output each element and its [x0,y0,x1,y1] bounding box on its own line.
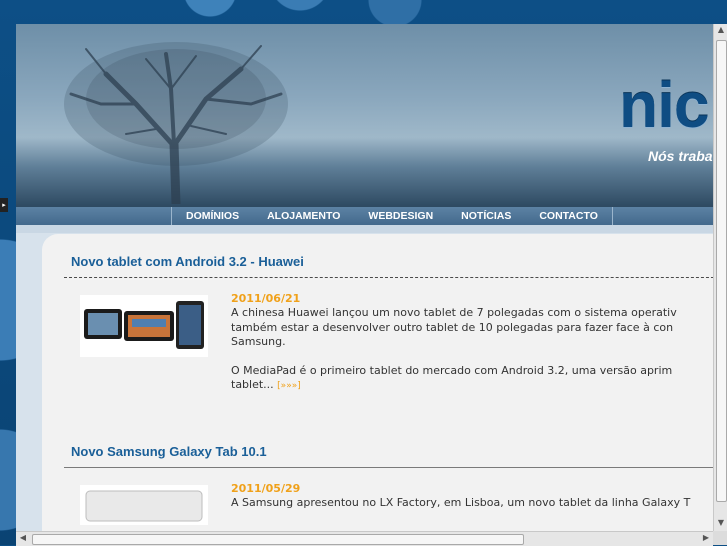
scroll-down-icon[interactable]: ▼ [714,518,727,527]
main-nav: DOMÍNIOS ALOJAMENTO WEBDESIGN NOTÍCIAS C… [16,207,713,225]
scroll-right-icon[interactable]: ▶ [699,533,713,542]
article-excerpt: A Samsung apresentou no LX Factory, em L… [231,496,727,525]
tablet-image [85,490,203,522]
excerpt-line: A Samsung apresentou no LX Factory, em L… [231,496,691,509]
brand-logo-text[interactable]: nic [619,68,709,142]
vertical-scrollbar[interactable]: ▲ ▼ [713,24,727,531]
scrollbar-corner [713,531,727,545]
tablets-image [84,301,204,349]
nav-item-contacto[interactable]: CONTACTO [525,207,612,225]
news-content: Novo tablet com Android 3.2 - Huawei 201… [42,234,724,534]
vertical-scroll-thumb[interactable] [716,40,727,502]
nav-item-alojamento[interactable]: ALOJAMENTO [253,207,354,225]
nav-shadow [16,225,713,233]
article-date: 2011/05/29 [231,482,301,495]
article-title[interactable]: Novo tablet com Android 3.2 - Huawei [71,254,304,269]
horizontal-scrollbar[interactable]: ◀ ▶ [16,531,713,546]
title-divider [64,277,724,278]
excerpt-line: A chinesa Huawei lançou um novo tablet d… [231,306,677,319]
nav-item-webdesign[interactable]: WEBDESIGN [354,207,447,225]
side-toggle-icon[interactable]: ▸ [0,198,8,212]
article-date: 2011/06/21 [231,292,301,305]
excerpt-line: tablet... [231,378,278,391]
article-thumbnail[interactable] [80,295,208,357]
nav-item-noticias[interactable]: NOTÍCIAS [447,207,525,225]
read-more-link[interactable]: [»»»] [277,381,301,391]
nav-menu: DOMÍNIOS ALOJAMENTO WEBDESIGN NOTÍCIAS C… [171,207,613,225]
excerpt-line: O MediaPad é o primeiro tablet do mercad… [231,363,673,377]
title-divider [64,467,724,468]
scroll-up-icon[interactable]: ▲ [714,25,727,34]
excerpt-line: também estar a desenvolver outro tablet … [231,320,674,334]
tagline: Nós traba [648,148,713,164]
tree-image [64,42,288,204]
site-header: nic Nós traba [16,24,713,207]
article-title[interactable]: Novo Samsung Galaxy Tab 10.1 [71,444,267,459]
article-thumbnail[interactable] [80,485,208,525]
excerpt-line: Samsung. [231,335,286,348]
article-excerpt: A chinesa Huawei lançou um novo tablet d… [231,306,727,408]
scroll-left-icon[interactable]: ◀ [16,533,30,542]
horizontal-scroll-thumb[interactable] [32,534,524,545]
nav-item-dominios[interactable]: DOMÍNIOS [172,207,253,225]
